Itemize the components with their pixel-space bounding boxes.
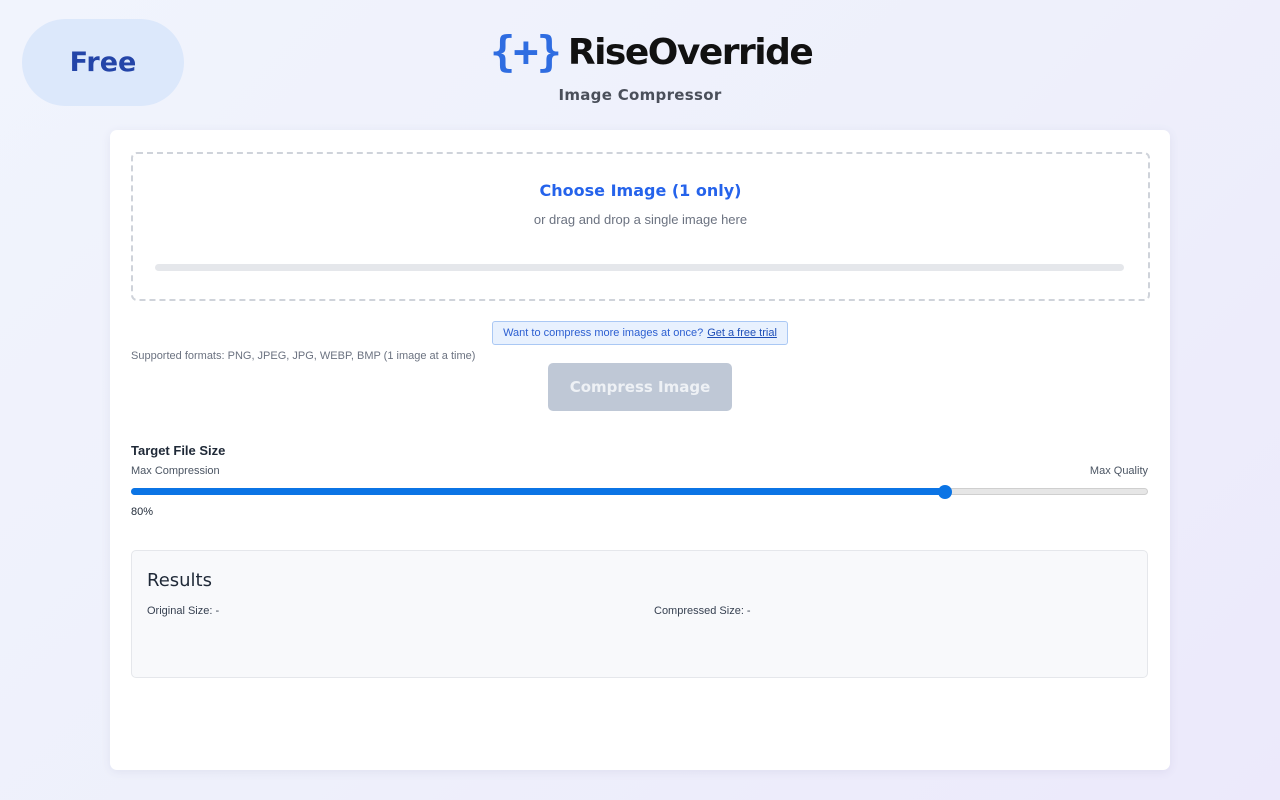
target-file-size-label: Target File Size bbox=[131, 443, 226, 458]
compress-image-button[interactable]: Compress Image bbox=[548, 363, 732, 411]
free-trial-link[interactable]: Get a free trial bbox=[707, 327, 777, 339]
free-trial-notice: Want to compress more images at once? Ge… bbox=[492, 321, 788, 345]
compressed-size-text: Compressed Size: - bbox=[654, 605, 751, 617]
drop-zone[interactable]: Choose Image (1 only) or drag and drop a… bbox=[131, 152, 1150, 301]
quality-slider[interactable] bbox=[131, 485, 1148, 499]
quality-percent-value: 80% bbox=[131, 506, 154, 518]
max-compression-label: Max Compression bbox=[131, 465, 220, 477]
brand-logo: {+} RiseOverride bbox=[490, 27, 814, 76]
free-trial-text: Want to compress more images at once? bbox=[503, 327, 704, 339]
results-title: Results bbox=[147, 570, 212, 591]
drop-hint-text: or drag and drop a single image here bbox=[533, 212, 748, 227]
brand-name: RiseOverride bbox=[567, 31, 814, 73]
choose-image-button[interactable]: Choose Image (1 only) bbox=[133, 181, 1148, 200]
original-size-text: Original Size: - bbox=[147, 605, 220, 617]
upload-progress-bar bbox=[155, 264, 1124, 271]
results-panel: Results Original Size: - Compressed Size… bbox=[131, 550, 1148, 678]
brand-mark-icon: {+} bbox=[490, 27, 562, 76]
supported-formats-text: Supported formats: PNG, JPEG, JPG, WEBP,… bbox=[131, 350, 476, 362]
slider-fill bbox=[131, 488, 945, 495]
compressor-card: Choose Image (1 only) or drag and drop a… bbox=[110, 130, 1170, 770]
max-quality-label: Max Quality bbox=[1089, 465, 1148, 477]
page-subtitle: Image Compressor bbox=[558, 86, 722, 104]
slider-thumb[interactable] bbox=[937, 485, 952, 499]
